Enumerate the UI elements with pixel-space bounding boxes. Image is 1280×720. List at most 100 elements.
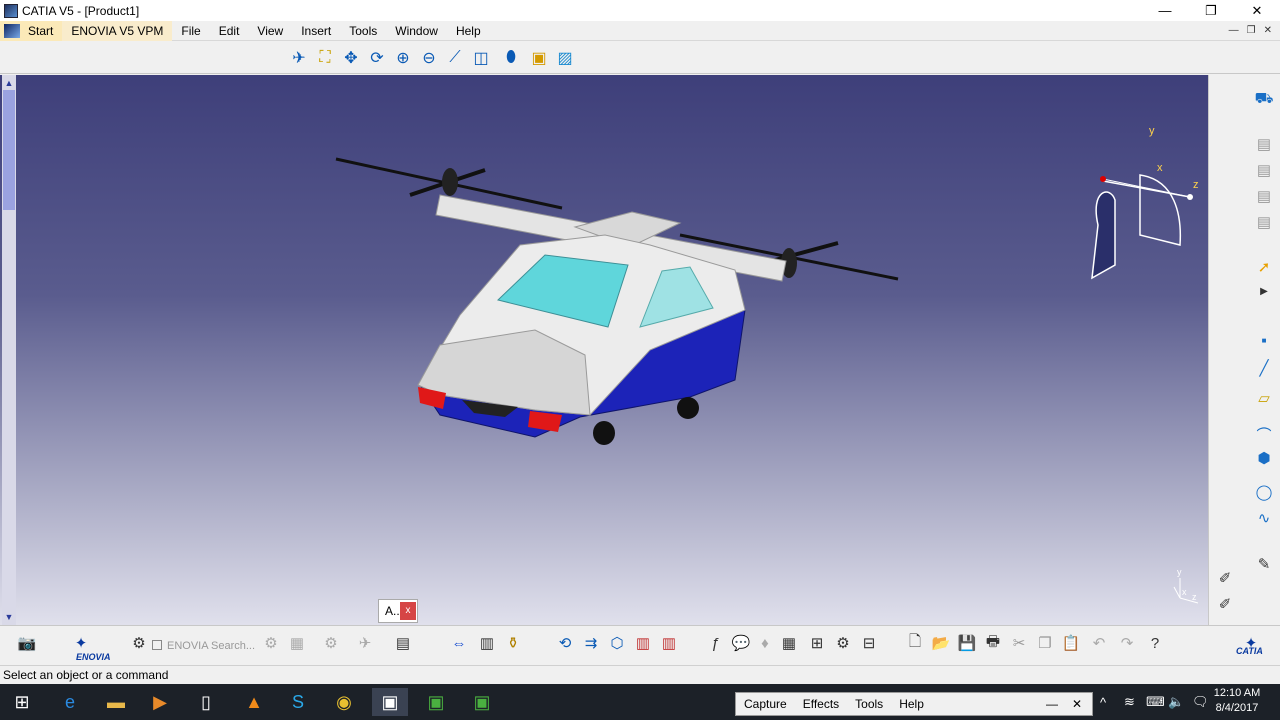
fly-icon[interactable]: ✈ xyxy=(288,47,310,69)
3d-viewport[interactable]: y x z y x z xyxy=(0,75,1208,625)
sketch-icon[interactable]: ✎ xyxy=(1254,554,1274,574)
tree-icon[interactable]: ⊞ xyxy=(806,632,828,654)
measure-disabled-icon[interactable]: ✈ xyxy=(354,632,376,654)
zoom-out-icon[interactable]: ⊖ xyxy=(418,47,440,69)
camtasia-icon-2[interactable]: ▣ xyxy=(464,688,500,716)
manipulate-icon[interactable]: ⬡ xyxy=(606,632,628,654)
menu-view[interactable]: View xyxy=(248,21,292,41)
menu-tools[interactable]: Tools xyxy=(340,21,386,41)
catalog-icon[interactable]: ▤ xyxy=(392,632,414,654)
sketcher-icon[interactable]: ✐ xyxy=(1215,568,1235,588)
swap-visible-icon[interactable]: ▨ xyxy=(554,47,576,69)
sectioning-icon[interactable]: ▥ xyxy=(658,632,680,654)
menu-enovia[interactable]: ENOVIA V5 VPM xyxy=(62,20,173,41)
enovia-search-label[interactable]: ENOVIA Search... xyxy=(167,640,255,652)
explode-icon[interactable]: ⇉ xyxy=(580,632,602,654)
capture-tools-menu[interactable]: Tools xyxy=(847,697,891,711)
menu-file[interactable]: File xyxy=(172,21,209,41)
existing-component-icon[interactable]: ▤ xyxy=(1254,212,1274,232)
capture-menu[interactable]: Capture xyxy=(736,697,795,711)
iso-view-icon[interactable]: ◫ xyxy=(470,47,492,69)
print-icon[interactable]: 🖶 xyxy=(982,632,1004,654)
capture-help-menu[interactable]: Help xyxy=(891,697,932,711)
expand-arrow-icon[interactable]: ▶ xyxy=(1254,281,1274,301)
menu-edit[interactable]: Edit xyxy=(210,21,249,41)
redo-icon[interactable]: ↷ xyxy=(1116,632,1138,654)
rotate-icon[interactable]: ⟳ xyxy=(366,47,388,69)
open-icon[interactable]: 📂 xyxy=(930,632,952,654)
scroll-thumb[interactable] xyxy=(3,90,15,210)
cut-icon[interactable]: ✂ xyxy=(1008,632,1030,654)
copy-icon[interactable]: ❐ xyxy=(1034,632,1056,654)
volume-icon[interactable]: 🔈 xyxy=(1168,684,1184,720)
product-icon[interactable]: ▤ xyxy=(1254,134,1274,154)
measure-between-icon[interactable]: ⇔ xyxy=(448,632,470,654)
vertical-scrollbar[interactable]: ▲ ▼ xyxy=(2,75,16,625)
taskbar-clock[interactable]: 12:10 AM 8/4/2017 xyxy=(1212,686,1262,716)
formula-icon[interactable]: ƒ xyxy=(704,632,726,654)
surface-icon[interactable]: ⌒ xyxy=(1254,424,1274,444)
scroll-down-icon[interactable]: ▼ xyxy=(3,611,15,623)
edge-icon[interactable]: e xyxy=(52,688,88,716)
light-icon[interactable]: ♦ xyxy=(754,632,776,654)
keyboard-icon[interactable]: ⌨ xyxy=(1146,684,1165,720)
circle-icon[interactable]: ◯ xyxy=(1254,482,1274,502)
enovia-tools-icon[interactable]: ⚙ xyxy=(128,632,150,654)
parameter-icon[interactable]: ⊟ xyxy=(858,632,880,654)
minimize-button[interactable]: — xyxy=(1142,0,1188,21)
close-button[interactable]: ✕ xyxy=(1234,0,1280,21)
save-icon[interactable]: 💾 xyxy=(956,632,978,654)
measure-item-icon[interactable]: ▥ xyxy=(476,632,498,654)
restore-button[interactable]: ❐ xyxy=(1188,0,1234,21)
table-icon[interactable]: ▦ xyxy=(778,632,800,654)
catia-taskbar-icon[interactable]: ▣ xyxy=(372,688,408,716)
menu-help[interactable]: Help xyxy=(447,21,490,41)
camera-icon[interactable]: 📷 xyxy=(16,632,38,654)
enovia-disabled-icon-2[interactable]: ▦ xyxy=(286,632,308,654)
menu-window[interactable]: Window xyxy=(386,21,447,41)
line-icon[interactable]: ╱ xyxy=(1254,358,1274,378)
camtasia-icon-1[interactable]: ▣ xyxy=(418,688,454,716)
paste-icon[interactable]: 📋 xyxy=(1060,632,1082,654)
component-icon[interactable]: ▤ xyxy=(1254,160,1274,180)
popup-close-icon[interactable]: x xyxy=(400,602,416,620)
notifications-icon[interactable]: 🗨 xyxy=(1192,684,1209,720)
menu-start[interactable]: Start xyxy=(0,20,63,41)
normal-view-icon[interactable]: ⟋ xyxy=(444,47,466,69)
sweep-icon[interactable]: ⬢ xyxy=(1254,448,1274,468)
knowledge-icon[interactable]: ⚙ xyxy=(320,632,342,654)
wifi-icon[interactable]: ≋ xyxy=(1124,684,1135,720)
part-icon[interactable]: ▤ xyxy=(1254,186,1274,206)
analysis-icon[interactable]: ⚙ xyxy=(832,632,854,654)
media-player-icon[interactable]: ▶ xyxy=(142,688,178,716)
mdi-restore-button[interactable]: ❐ xyxy=(1247,21,1256,41)
chrome-icon[interactable]: ◉ xyxy=(326,688,362,716)
whats-this-icon[interactable]: ? xyxy=(1144,632,1166,654)
tray-chevron-icon[interactable]: ^ xyxy=(1100,684,1106,720)
menu-insert[interactable]: Insert xyxy=(292,21,340,41)
effects-menu[interactable]: Effects xyxy=(795,697,847,711)
zoom-in-icon[interactable]: ⊕ xyxy=(392,47,414,69)
vlc-icon[interactable]: ▲ xyxy=(236,688,272,716)
file-explorer-icon[interactable]: ▬ xyxy=(98,688,134,716)
measure-inertia-icon[interactable]: ⚱ xyxy=(502,632,524,654)
point-icon[interactable]: ■ xyxy=(1254,330,1274,350)
document-icon[interactable]: ▯ xyxy=(188,688,224,716)
mini-window-popup[interactable]: A.. x xyxy=(378,599,418,623)
mdi-minimize-button[interactable]: — xyxy=(1229,21,1239,41)
enovia-logo-icon[interactable]: ✦ xyxy=(70,632,92,654)
spline-icon[interactable]: ∿ xyxy=(1254,508,1274,528)
mdi-close-button[interactable]: ✕ xyxy=(1264,21,1272,41)
pan-icon[interactable]: ✥ xyxy=(340,47,362,69)
plane-icon[interactable]: ▱ xyxy=(1254,388,1274,408)
clash-icon[interactable]: ▥ xyxy=(632,632,654,654)
capture-close-button[interactable]: ✕ xyxy=(1064,697,1090,711)
undo-icon[interactable]: ↶ xyxy=(1088,632,1110,654)
select-arrow-icon[interactable]: ➚ xyxy=(1254,257,1274,277)
fit-all-icon[interactable]: ⛶ xyxy=(314,47,336,69)
enovia-search-checkbox[interactable] xyxy=(152,640,162,650)
skype-icon[interactable]: S xyxy=(280,688,316,716)
edit-sketch-icon[interactable]: ✐ xyxy=(1215,594,1235,614)
enovia-disabled-icon-1[interactable]: ⚙ xyxy=(260,632,282,654)
snap-icon[interactable]: ⟲ xyxy=(554,632,576,654)
